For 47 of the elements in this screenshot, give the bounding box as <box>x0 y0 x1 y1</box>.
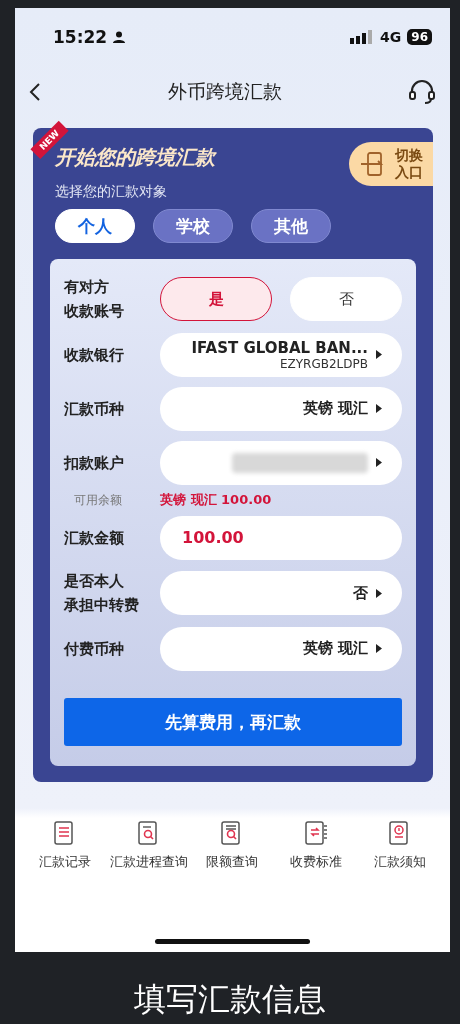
status-time: 15:22 <box>53 27 108 47</box>
field-label: 汇款币种 <box>64 398 124 420</box>
battery-level: 96 <box>407 29 432 45</box>
caret-icon <box>376 588 382 598</box>
caption: 填写汇款信息 <box>134 979 326 1020</box>
recipient-tab[interactable]: 其他 <box>251 209 331 243</box>
option-button[interactable]: 是 <box>160 277 272 321</box>
field-label: 收款银行 <box>64 344 124 366</box>
field-label: 承担中转费 <box>64 595 139 616</box>
field-label: 扣款账户 <box>64 452 124 474</box>
caret-icon <box>376 350 382 359</box>
caret-icon <box>376 644 382 653</box>
person-icon <box>113 31 126 43</box>
switch-label: 入口 <box>395 164 423 181</box>
quick-link[interactable]: 汇款记录 <box>38 854 91 871</box>
select-field[interactable]: 英镑 现汇 <box>160 626 402 671</box>
card-subtitle: 选择您的汇款对象 <box>55 183 168 201</box>
quick-link[interactable]: 汇款进程查询 <box>109 854 188 871</box>
select-field[interactable] <box>160 440 402 485</box>
switch-label: 切换 <box>395 147 423 164</box>
back-icon[interactable] <box>29 82 41 102</box>
switch-entry-button[interactable]: 切换 入口 <box>349 142 433 186</box>
transfer-icon <box>303 820 330 846</box>
balance-label: 可用余额 <box>73 491 123 509</box>
signal-icon <box>350 30 375 44</box>
field-label: 收款账号 <box>64 301 124 322</box>
network-type: 4G <box>380 29 402 45</box>
field-label: 是否本人 <box>64 571 124 592</box>
quick-link[interactable]: 汇款须知 <box>374 854 427 871</box>
caret-icon <box>376 458 382 467</box>
quick-link[interactable]: 限额查询 <box>206 854 259 871</box>
page-title: 外币跨境汇款 <box>167 79 282 104</box>
balance-value: 英镑 现汇 100.00 <box>160 491 272 509</box>
select-field[interactable]: 否 <box>160 571 402 615</box>
option-button[interactable]: 否 <box>290 277 402 321</box>
amount-field[interactable]: 100.00 <box>160 515 402 560</box>
recipient-tab[interactable]: 学校 <box>153 209 233 243</box>
recipient-tab[interactable]: 个人 <box>55 209 135 243</box>
caret-icon <box>376 404 382 413</box>
headset-icon[interactable] <box>408 78 436 106</box>
quick-link[interactable]: 收费标准 <box>290 854 343 871</box>
field-label: 汇款金额 <box>64 527 124 549</box>
select-field[interactable]: 英镑 现汇 <box>160 386 402 431</box>
field-label: 有对方 <box>64 277 109 298</box>
field-label: 付费币种 <box>64 638 124 660</box>
select-field[interactable]: IFAST GLOBAL BAN... EZYRGB2LDPB <box>160 332 402 377</box>
submit-button[interactable]: 先算费用，再汇款 <box>64 698 402 746</box>
